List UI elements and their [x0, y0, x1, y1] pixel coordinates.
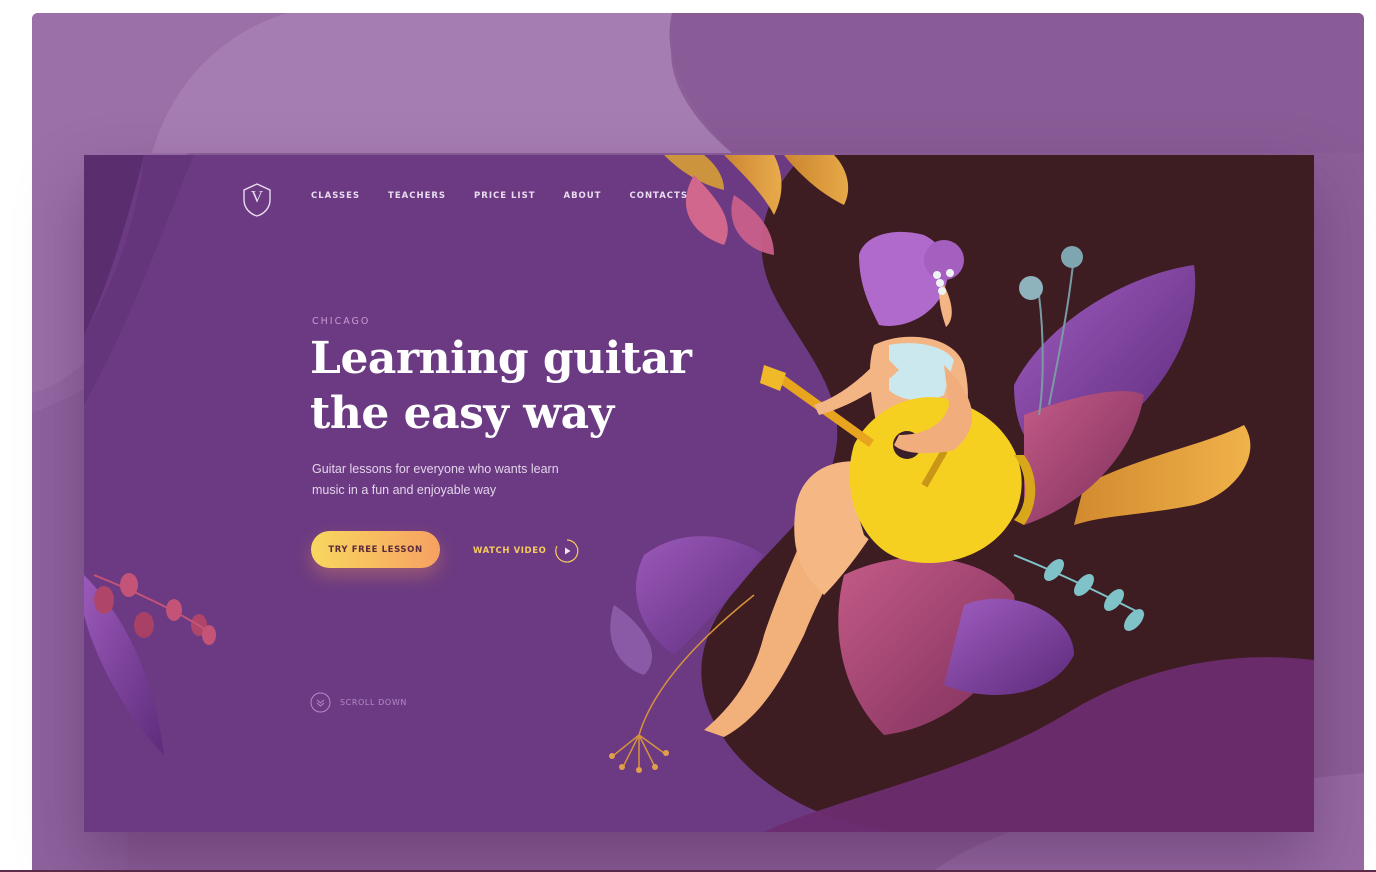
girl-head [859, 231, 964, 327]
nav-item-teachers[interactable]: TEACHERS [388, 191, 446, 201]
location-kicker: CHICAGO [312, 316, 371, 327]
scroll-down-label: SCROLL DOWN [340, 698, 407, 707]
try-free-lesson-button[interactable]: TRY FREE LESSON [311, 531, 440, 568]
nav-item-contacts[interactable]: CONTACTS [629, 191, 687, 201]
brand-logo[interactable]: V [241, 182, 273, 218]
hero-section: V CLASSES TEACHERS PRICE LIST ABOUT CONT… [84, 155, 1314, 832]
hero-title-line-2: the easy way [310, 388, 614, 439]
hero-title: Learning guitar the easy way [310, 331, 770, 441]
watch-video-link[interactable]: WATCH VIDEO [473, 538, 580, 564]
hero-title-line-1: Learning guitar [310, 333, 692, 384]
logo-letter: V [250, 187, 264, 206]
scroll-down-link[interactable]: SCROLL DOWN [310, 692, 407, 713]
watch-video-label: WATCH VIDEO [473, 546, 547, 556]
nav-item-price-list[interactable]: PRICE LIST [474, 191, 535, 201]
nav-item-about[interactable]: ABOUT [564, 191, 602, 201]
play-circle-icon [555, 539, 579, 563]
chevron-double-down-circle-icon [310, 692, 331, 713]
hero-subtitle-line-1: Guitar lessons for everyone who wants le… [312, 462, 559, 476]
left-leaves [84, 573, 216, 755]
hero-illustration [84, 155, 1314, 832]
nav-item-classes[interactable]: CLASSES [311, 191, 360, 201]
main-nav: CLASSES TEACHERS PRICE LIST ABOUT CONTAC… [311, 191, 716, 201]
hero-subtitle-line-2: music in a fun and enjoyable way [312, 483, 497, 497]
hero-subtitle: Guitar lessons for everyone who wants le… [312, 459, 572, 501]
